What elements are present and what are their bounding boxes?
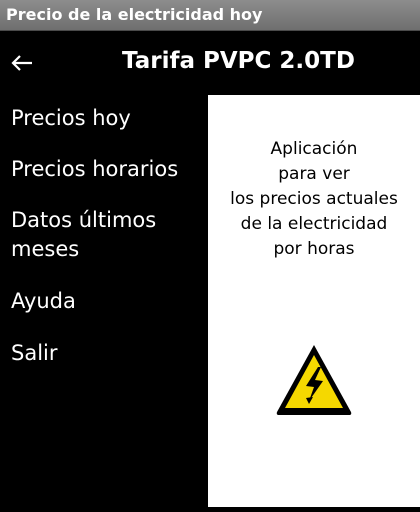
menu-item-datos-ultimos-meses-line1[interactable]: Datos últimos [11,206,156,234]
description-line: de la electricidad [240,214,388,234]
main-content: Aplicación para ver los precios actuales… [208,95,420,507]
page-title: Tarifa PVPC 2.0TD [122,48,355,74]
navigation-menu: Precios hoy Precios horarios Datos últim… [0,95,208,512]
menu-item-ayuda[interactable]: Ayuda [11,287,76,315]
menu-item-salir[interactable]: Salir [11,339,58,367]
menu-item-datos-ultimos-meses-line2[interactable]: meses [11,235,79,263]
window-titlebar: Precio de la electricidad hoy [0,0,420,31]
high-voltage-warning-icon [273,341,355,419]
description-line: los precios actuales [230,189,398,209]
menu-item-precios-horarios[interactable]: Precios horarios [11,155,178,183]
back-button[interactable] [4,43,40,83]
description-line: por horas [273,239,355,259]
description-line: para ver [278,164,350,184]
arrow-left-icon [10,53,34,73]
description-line: Aplicación [270,139,358,159]
window-title: Precio de la electricidad hoy [6,5,263,24]
menu-item-precios-hoy[interactable]: Precios hoy [11,104,131,132]
app-bar: Tarifa PVPC 2.0TD [0,31,420,95]
app-description: Aplicación para ver los precios actuales… [208,137,420,262]
